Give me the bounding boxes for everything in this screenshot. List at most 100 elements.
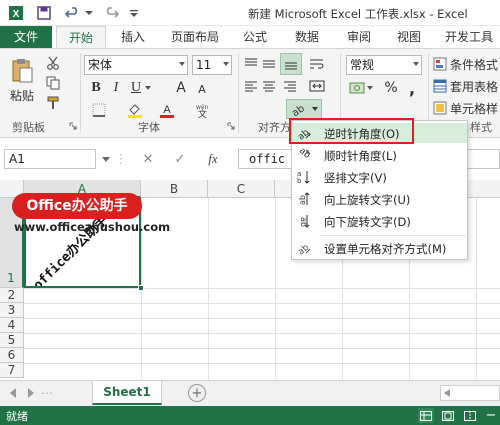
row-header-4[interactable]: 4 xyxy=(0,318,24,333)
align-center-icon[interactable] xyxy=(260,77,278,95)
phonetic-icon[interactable]: wén 文 xyxy=(192,101,218,119)
page-layout-view-icon[interactable] xyxy=(440,408,456,423)
add-sheet-button[interactable]: + xyxy=(188,384,206,402)
align-middle-icon[interactable] xyxy=(260,55,278,73)
underline-dropdown-icon[interactable] xyxy=(144,79,152,97)
watermark-badge: Office办公助手 xyxy=(12,193,142,219)
currency-icon[interactable] xyxy=(346,79,376,97)
align-right-icon[interactable] xyxy=(280,77,300,95)
insert-function-button[interactable]: fx xyxy=(202,150,224,168)
tab-review[interactable]: 审阅 xyxy=(336,26,382,48)
cell-style-icon[interactable] xyxy=(432,99,448,117)
tab-data[interactable]: 数据 xyxy=(284,26,330,48)
italic-button[interactable]: I xyxy=(108,79,124,97)
row-header-3[interactable]: 3 xyxy=(0,303,24,318)
comma-button[interactable]: , xyxy=(404,79,420,98)
horizontal-scrollbar[interactable] xyxy=(440,385,500,401)
font-grow-button[interactable]: A xyxy=(172,79,190,97)
column-header-c[interactable]: C xyxy=(208,180,275,198)
customize-qat-icon[interactable] xyxy=(128,3,140,23)
tab-insert[interactable]: 插入 xyxy=(110,26,156,48)
border-icon[interactable] xyxy=(88,101,110,119)
rotate-cw-icon: ab xyxy=(295,146,313,164)
font-size-select[interactable]: 11 xyxy=(192,55,232,75)
tab-developer[interactable]: 开发工具 xyxy=(438,26,500,48)
underline-button[interactable]: U xyxy=(128,79,144,97)
scroll-tabs-right-icon[interactable] xyxy=(24,386,38,400)
bold-button[interactable]: B xyxy=(88,79,104,97)
name-box[interactable]: A1 xyxy=(4,149,96,169)
number-format-select[interactable]: 常规 xyxy=(346,55,422,75)
fill-handle[interactable] xyxy=(138,285,144,291)
undo-icon[interactable] xyxy=(62,3,84,23)
merge-center-icon[interactable] xyxy=(306,77,328,95)
conditional-format-icon[interactable] xyxy=(432,55,448,73)
save-icon[interactable] xyxy=(34,3,54,23)
normal-view-icon[interactable] xyxy=(418,408,434,423)
font-name-select[interactable]: 宋体 xyxy=(84,55,188,75)
chevron-down-icon xyxy=(223,62,229,66)
menu-item-label: 向上旋转文字(U) xyxy=(324,193,411,207)
menu-item-vertical-text[interactable]: ab 竖排文字(V) xyxy=(292,167,467,187)
row-header-2[interactable]: 2 xyxy=(0,288,24,303)
svg-text:A: A xyxy=(163,104,171,116)
font-launcher-icon[interactable] xyxy=(226,121,236,131)
sheet-tab-sheet1[interactable]: Sheet1 xyxy=(92,381,162,405)
zoom-out-icon[interactable]: − xyxy=(484,408,498,423)
tab-page-layout[interactable]: 页面布局 xyxy=(162,26,228,48)
status-bar: 就绪 − xyxy=(0,406,500,425)
excel-logo-icon: X xyxy=(6,3,26,23)
font-color-icon[interactable]: A xyxy=(156,101,178,119)
gridline xyxy=(24,333,500,334)
font-name-value: 宋体 xyxy=(88,58,113,72)
paste-button[interactable]: 粘贴 xyxy=(6,87,38,103)
tab-view[interactable]: 视图 xyxy=(386,26,432,48)
gridline xyxy=(275,198,276,380)
window-title: 新建 Microsoft Excel 工作表.xlsx - Excel xyxy=(248,7,468,21)
svg-text:文: 文 xyxy=(198,108,207,118)
cancel-formula-button[interactable]: ✕ xyxy=(138,150,158,168)
tab-formulas[interactable]: 公式 xyxy=(232,26,278,48)
fill-color-icon[interactable] xyxy=(124,101,146,119)
align-left-icon[interactable] xyxy=(242,77,260,95)
column-header-b[interactable]: B xyxy=(141,180,208,198)
row-header-5[interactable]: 5 xyxy=(0,333,24,348)
align-top-icon[interactable] xyxy=(242,55,260,73)
clipboard-launcher-icon[interactable] xyxy=(68,121,78,131)
orientation-button[interactable]: ab xyxy=(286,99,322,119)
align-bottom-icon[interactable] xyxy=(280,53,302,75)
enter-formula-button[interactable]: ✓ xyxy=(170,150,190,168)
number-format-value: 常规 xyxy=(350,58,375,72)
format-painter-icon[interactable] xyxy=(44,94,62,112)
scroll-tabs-left-icon[interactable] xyxy=(6,386,20,400)
tab-file[interactable]: 文件 xyxy=(0,26,52,48)
wrap-text-icon[interactable] xyxy=(306,55,328,73)
more-tabs-icon[interactable]: ⋯ xyxy=(41,386,53,400)
table-format-icon[interactable] xyxy=(432,77,448,95)
row-header-6[interactable]: 6 xyxy=(0,348,24,363)
page-break-view-icon[interactable] xyxy=(462,408,478,423)
cut-icon[interactable] xyxy=(44,54,62,72)
conditional-format-button[interactable]: 条件格式 xyxy=(450,55,500,73)
menu-item-rotate-down[interactable]: ab 向下旋转文字(D) xyxy=(292,211,467,231)
menu-item-format-alignment[interactable]: ab 设置单元格对齐方式(M) xyxy=(292,238,467,258)
copy-icon[interactable] xyxy=(44,74,62,92)
font-shrink-button[interactable]: A xyxy=(194,81,210,97)
menu-item-rotate-cw[interactable]: ab 顺时针角度(L) xyxy=(292,145,467,165)
svg-text:b: b xyxy=(297,177,302,185)
row-header-7[interactable]: 7 xyxy=(0,363,24,378)
format-alignment-icon: ab xyxy=(295,239,313,257)
gridline xyxy=(24,348,500,349)
cell-style-button[interactable]: 单元格样 xyxy=(450,99,500,117)
tab-home[interactable]: 开始 xyxy=(56,26,106,48)
ribbon-tabs: 文件 开始 插入 页面布局 公式 数据 审阅 视图 开发工具 xyxy=(0,26,500,48)
name-box-dropdown-icon[interactable] xyxy=(100,150,112,168)
redo-icon[interactable] xyxy=(100,3,122,23)
menu-item-rotate-up[interactable]: ab 向上旋转文字(U) xyxy=(292,189,467,209)
percent-button[interactable]: % xyxy=(382,79,400,97)
svg-text:ab: ab xyxy=(290,103,307,117)
undo-dropdown-icon[interactable] xyxy=(84,3,94,23)
table-format-button[interactable]: 套用表格 xyxy=(450,77,500,95)
paste-icon[interactable] xyxy=(8,57,36,85)
formula-bar-grip-icon: ⋮ xyxy=(114,151,128,167)
